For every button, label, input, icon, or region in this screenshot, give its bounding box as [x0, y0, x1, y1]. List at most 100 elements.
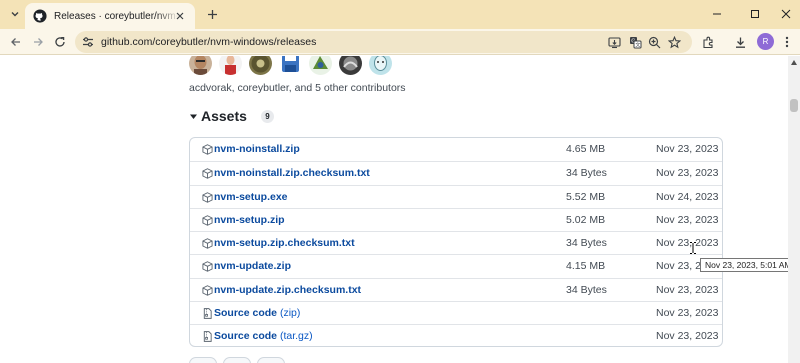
- scrollbar-thumb[interactable]: [790, 99, 798, 112]
- profile-initial: R: [762, 37, 769, 46]
- page-viewport: acdvorak, coreybutler, and 5 other contr…: [0, 56, 788, 363]
- asset-name: nvm-setup.zip: [214, 213, 285, 226]
- package-icon: [202, 285, 213, 296]
- install-app-button[interactable]: [606, 34, 622, 50]
- forward-button[interactable]: [28, 32, 48, 52]
- asset-date[interactable]: Nov 23, 2023: [656, 237, 718, 249]
- bookmark-button[interactable]: [666, 34, 682, 50]
- asset-link[interactable]: nvm-setup.zip: [214, 214, 285, 226]
- avatar-contributor-3[interactable]: [249, 56, 272, 75]
- close-window-button[interactable]: [776, 4, 796, 24]
- reaction-button[interactable]: [223, 357, 251, 363]
- arrow-left-icon: [11, 38, 20, 46]
- reload-icon: [55, 36, 65, 47]
- translate-button[interactable]: G文: [627, 34, 643, 50]
- asset-link[interactable]: nvm-update.zip: [214, 260, 291, 272]
- contributor-avatars: [189, 56, 392, 75]
- package-icon: [202, 261, 213, 273]
- profile-avatar[interactable]: R: [757, 33, 774, 50]
- asset-date[interactable]: Nov 23, 2023: [656, 330, 718, 342]
- maximize-button[interactable]: [745, 4, 765, 24]
- asset-name: nvm-setup.exe: [214, 190, 288, 203]
- package-icon: [202, 191, 213, 203]
- zoom-button[interactable]: [646, 34, 662, 50]
- asset-link[interactable]: nvm-noinstall.zip.checksum.txt: [214, 167, 370, 179]
- asset-name: nvm-update.zip: [214, 260, 292, 273]
- asset-name: Source code: [214, 330, 278, 343]
- asset-date[interactable]: Nov 24, 2023: [656, 191, 718, 203]
- more-vertical-icon: [785, 36, 789, 48]
- close-icon: [781, 9, 791, 19]
- site-info-button[interactable]: [81, 35, 95, 49]
- tab-search-button[interactable]: [6, 5, 24, 23]
- back-button[interactable]: [6, 32, 26, 52]
- minimize-icon: [713, 13, 721, 15]
- translate-icon: G文: [629, 36, 641, 48]
- address-bar[interactable]: github.com/coreybutler/nvm-windows/relea…: [75, 31, 692, 53]
- asset-name: nvm-update.zip.checksum.txt: [214, 283, 362, 296]
- asset-size: 5.02 MB: [566, 213, 606, 226]
- github-favicon-icon: [33, 9, 47, 23]
- asset-size: 4.15 MB: [566, 260, 606, 273]
- asset-row: Source code (tar.gz) Nov 23, 2023: [190, 324, 722, 346]
- avatar-contributor-6[interactable]: [339, 56, 362, 75]
- triangle-down-icon: [189, 112, 198, 121]
- asset-row: nvm-setup.zip 5.02 MB Nov 23, 2023: [190, 207, 722, 231]
- assets-toggle[interactable]: Assets 9: [189, 108, 274, 124]
- maximize-icon: [751, 10, 759, 18]
- reaction-button[interactable]: [257, 357, 285, 363]
- browser-toolbar: github.com/coreybutler/nvm-windows/relea…: [0, 29, 800, 55]
- triangle-up-icon: [791, 59, 797, 65]
- asset-name: nvm-setup.zip.checksum.txt: [214, 237, 355, 250]
- avatar-contributor-4[interactable]: [279, 56, 302, 75]
- asset-row: nvm-setup.zip.checksum.txt 34 Bytes Nov 23…: [190, 231, 722, 254]
- asset-name: Source code: [214, 307, 278, 320]
- asset-link[interactable]: nvm-update.zip.checksum.txt: [214, 284, 361, 296]
- package-icon: [202, 144, 213, 155]
- asset-link[interactable]: Source code (tar.gz): [214, 330, 313, 342]
- avatar-contributor-7[interactable]: [369, 56, 392, 75]
- contributors-text: acdvorak, coreybutler, and 5 other contr…: [189, 82, 406, 94]
- tab-title: Releases · coreybutler/nvm-windows: [54, 10, 179, 22]
- page-scrollbar[interactable]: [788, 56, 800, 363]
- avatar-acdvorak[interactable]: [189, 56, 212, 75]
- file-zip-icon: [202, 308, 213, 319]
- tab-close-button[interactable]: [173, 9, 187, 23]
- download-icon: [735, 37, 745, 48]
- menu-button[interactable]: [777, 32, 797, 52]
- reaction-button[interactable]: [189, 357, 217, 363]
- assets-heading: Assets: [201, 108, 247, 124]
- scroll-up-button[interactable]: [790, 58, 798, 66]
- url-text[interactable]: github.com/coreybutler/nvm-windows/relea…: [101, 36, 316, 48]
- asset-format: (zip): [279, 307, 301, 320]
- asset-row: nvm-setup.exe 5.52 MB Nov 24, 2023: [190, 184, 722, 208]
- asset-size: 5.52 MB: [566, 190, 606, 203]
- svg-text:文: 文: [635, 41, 640, 48]
- package-icon: [202, 215, 213, 226]
- text-cursor-icon: [690, 242, 696, 254]
- asset-link[interactable]: nvm-noinstall.zip: [214, 143, 300, 155]
- asset-link[interactable]: nvm-setup.exe: [214, 191, 288, 203]
- package-icon: [202, 168, 213, 180]
- asset-row: nvm-noinstall.zip.checksum.txt 34 Bytes No…: [190, 161, 722, 184]
- new-tab-button[interactable]: [203, 5, 221, 23]
- asset-date[interactable]: Nov 23, 2023: [656, 167, 718, 179]
- avatar-contributor-5[interactable]: [309, 56, 332, 75]
- puzzle-icon: [702, 36, 713, 48]
- downloads-button[interactable]: [730, 32, 750, 52]
- chevron-down-icon: [11, 12, 19, 17]
- plus-icon: [207, 9, 217, 19]
- asset-date[interactable]: Nov 23, 2023: [656, 284, 718, 296]
- asset-link[interactable]: Source code (zip): [214, 307, 300, 319]
- asset-date[interactable]: Nov 23, 2023: [656, 307, 718, 319]
- asset-date[interactable]: Nov 23, 2023: [656, 143, 718, 155]
- asset-link[interactable]: nvm-setup.zip.checksum.txt: [214, 237, 355, 249]
- minimize-button[interactable]: [707, 4, 727, 24]
- active-tab[interactable]: Releases · coreybutler/nvm-windows: [25, 3, 195, 29]
- asset-date[interactable]: Nov 23, 2023: [656, 214, 718, 226]
- extensions-button[interactable]: [698, 32, 718, 52]
- avatar-coreybutler[interactable]: [219, 56, 242, 75]
- reload-button[interactable]: [50, 32, 70, 52]
- asset-size: 34 Bytes: [566, 283, 607, 296]
- reaction-buttons: [189, 357, 285, 363]
